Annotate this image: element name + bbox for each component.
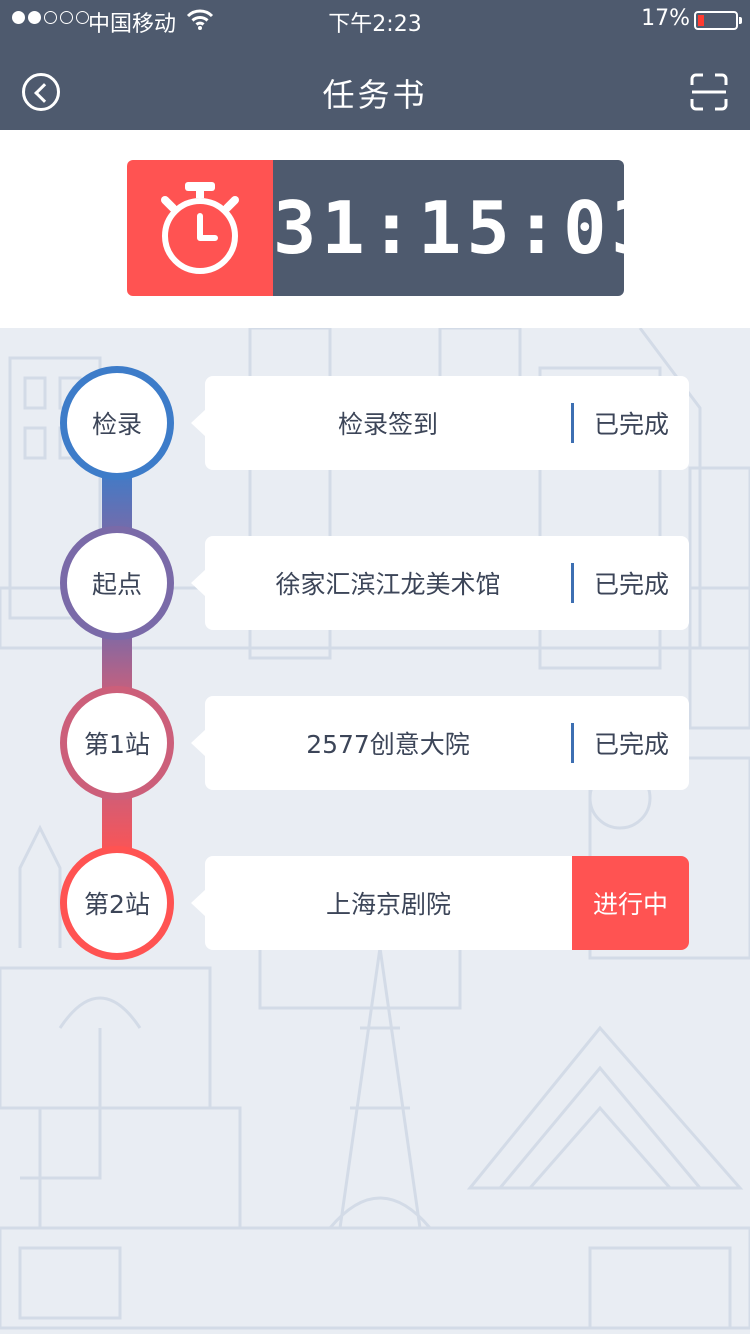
step-name: 上海京剧院 (325, 890, 451, 919)
top-bar: 中国移动 下午2:23 17% 任务书 (0, 0, 750, 130)
status-bar: 中国移动 下午2:23 17% (0, 0, 750, 40)
stopwatch-icon (127, 160, 273, 296)
step-status: 已完成 (571, 403, 689, 443)
step-card[interactable]: 2577创意大院 已完成 (191, 696, 689, 790)
step-name: 徐家汇滨江龙美术馆 (275, 570, 501, 599)
step-status: 已完成 (571, 723, 689, 763)
step-card[interactable]: 检录签到 已完成 (191, 376, 689, 470)
battery-icon (694, 11, 742, 30)
step-node: 第1站 (60, 686, 174, 800)
step-name: 检录签到 (337, 410, 438, 439)
page-title: 任务书 (322, 76, 428, 114)
scan-icon[interactable] (690, 73, 728, 111)
battery-percent: 17% (641, 6, 690, 31)
step-card[interactable]: 徐家汇滨江龙美术馆 已完成 (191, 536, 689, 630)
step-name: 2577创意大院 (306, 730, 470, 759)
timer-section: 31:15:03 (0, 130, 750, 328)
timer-value: 31:15:03 (273, 160, 624, 296)
step-status: 已完成 (571, 563, 689, 603)
step-status-active[interactable]: 进行中 (572, 856, 689, 950)
step-node: 第2站 (60, 846, 174, 960)
status-time: 下午2:23 (328, 12, 422, 37)
step-node: 起点 (60, 526, 174, 640)
step-card[interactable]: 上海京剧院 进行中 (191, 856, 689, 950)
task-steps: 检录 检录签到 已完成 起点 徐家汇滨江龙美术馆 已完成 第1站 2577创意大… (0, 328, 750, 1028)
step-node: 检录 (60, 366, 174, 480)
countdown-timer: 31:15:03 (127, 160, 624, 296)
